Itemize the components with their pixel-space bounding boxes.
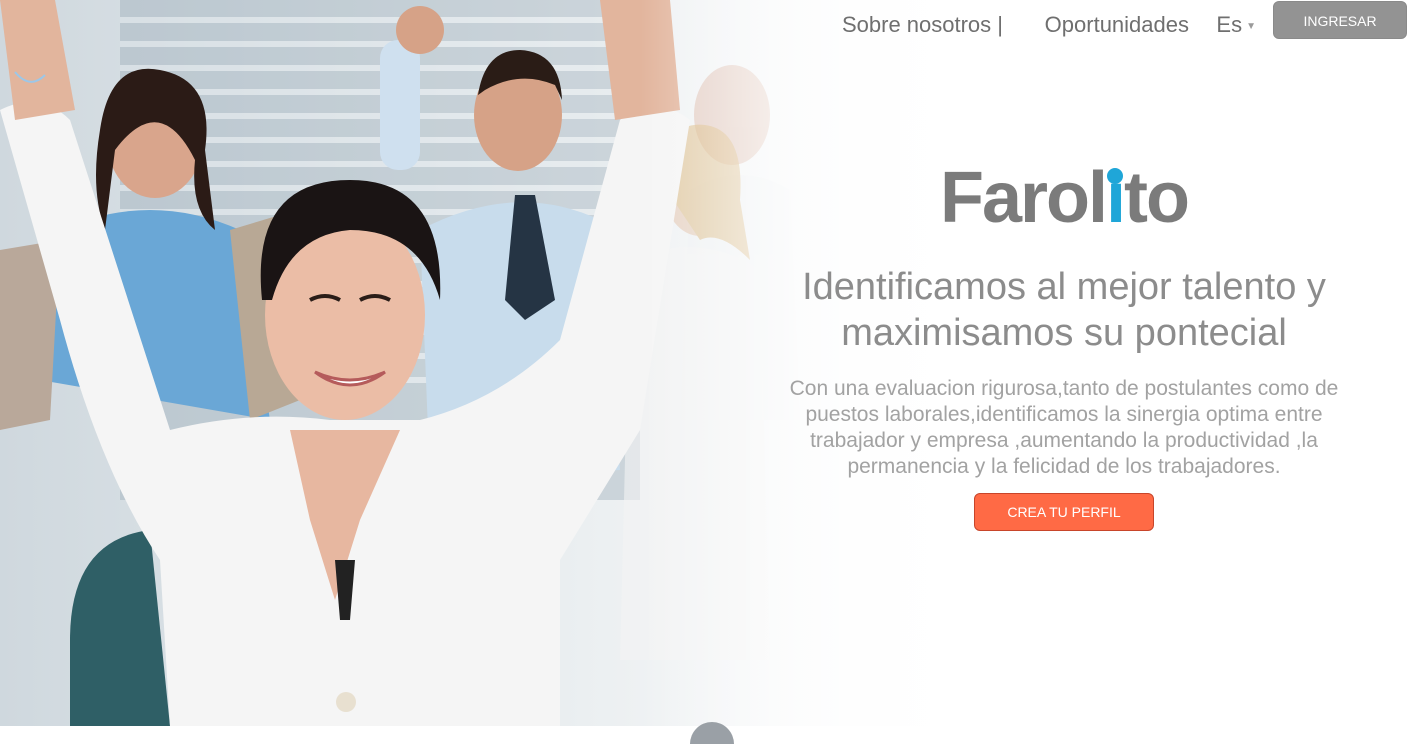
hero-section: Sobre nosotros | Oportunidades Es ▼ INGRE… [0, 0, 1424, 726]
language-label: Es [1216, 12, 1243, 37]
create-profile-button[interactable]: CREA TU PERFIL [974, 493, 1154, 531]
logo-dot-icon [1107, 168, 1124, 184]
nav-opportunities-link[interactable]: Oportunidades [1045, 12, 1189, 38]
language-dropdown[interactable]: Es ▼ [1216, 12, 1256, 38]
top-nav: Sobre nosotros | Oportunidades Es ▼ INGRE… [0, 0, 1424, 54]
logo-text-suffix: to [1124, 158, 1190, 238]
logo-text-prefix: Farol [939, 158, 1108, 238]
nav-about-link[interactable]: Sobre nosotros | [842, 12, 1003, 38]
hero-headline: Identificamos al mejor talento y maximis… [764, 264, 1364, 356]
logo-i: ı [1106, 158, 1126, 238]
login-button[interactable]: INGRESAR [1273, 1, 1407, 39]
headline-line-2: maximisamos su pontecial [841, 312, 1287, 354]
hero-description: Con una evaluacion rigurosa,tanto de pos… [789, 377, 1339, 478]
headline-line-1: Identificamos al mejor talento y [802, 266, 1326, 308]
hero-content: Farolı to Identificamos al mejor talento … [764, 150, 1364, 531]
brand-logo: Farolı to [764, 158, 1364, 238]
caret-down-icon: ▼ [1246, 20, 1256, 32]
